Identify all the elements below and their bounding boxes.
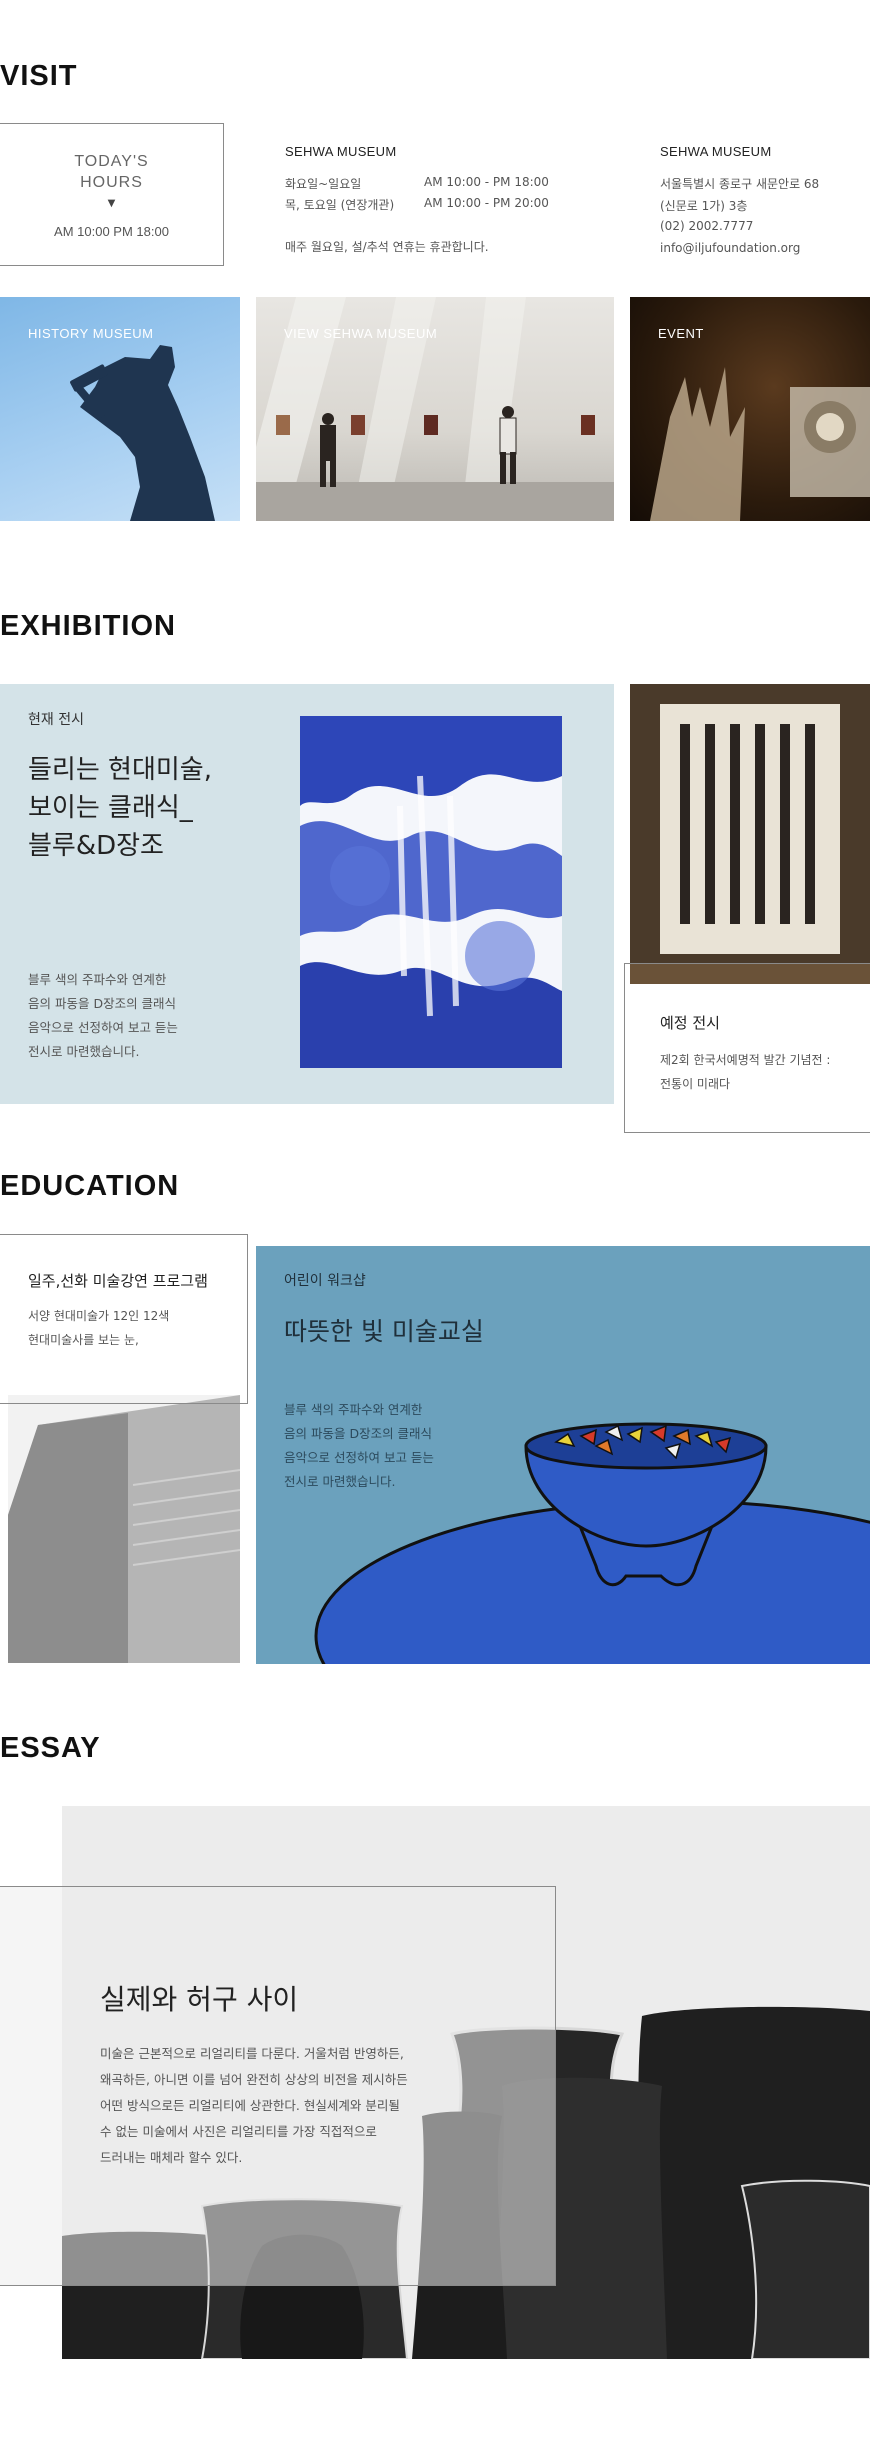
- exh-title-line3: 블루&D장조: [28, 831, 164, 861]
- current-exhibition-panel[interactable]: 현재 전시 들리는 현대미술, 보이는 클래식_ 블루&D장조 블루 색의 주파…: [0, 684, 614, 1104]
- exh-desc-line4: 전시로 마련했습니다.: [28, 1044, 140, 1059]
- essay-line5: 드러내는 매체라 할수 있다.: [100, 2150, 243, 2165]
- contact-address2: (신문로 1가) 3층: [660, 199, 748, 213]
- workshop-desc: 블루 색의 주파수와 연계한 음의 파동을 D장조의 클래식 음악으로 선정하여…: [284, 1398, 434, 1494]
- tile-label-history: HISTORY MUSEUM: [28, 326, 154, 341]
- workshop-desc-line3: 음악으로 선정하여 보고 듣는: [284, 1450, 434, 1465]
- hours-title-line2: HOURS: [80, 174, 143, 191]
- upcoming-exhibition-desc: 제2회 한국서예명적 발간 기념전 : 전통이 미래다: [660, 1048, 830, 1096]
- contact-email[interactable]: info@iljufoundation.org: [660, 241, 800, 255]
- tile-label-view: VIEW SEHWA MUSEUM: [284, 326, 438, 341]
- exh-desc-line1: 블루 색의 주파수와 연계한: [28, 972, 167, 987]
- schedule-row2-days: 목, 토요일 (연장개관): [285, 198, 395, 212]
- education-section-title: EDUCATION: [0, 1170, 180, 1202]
- essay-line4: 수 없는 미술에서 사진은 리얼리티를 가장 직접적으로: [100, 2124, 377, 2139]
- upcoming-exhibition-title: 예정 전시: [660, 1014, 720, 1032]
- current-exhibition-label: 현재 전시: [28, 712, 84, 728]
- exh-desc-line2: 음의 파동을 D장조의 클래식: [28, 996, 177, 1011]
- workshop-desc-line1: 블루 색의 주파수와 연계한: [284, 1402, 423, 1417]
- hours-time: AM 10:00 PM 18:00: [54, 224, 169, 239]
- exh-desc-line3: 음악으로 선정하여 보고 듣는: [28, 1020, 178, 1035]
- essay-section-title: ESSAY: [0, 1732, 101, 1764]
- upcoming-desc-line2: 전통이 미래다: [660, 1077, 731, 1091]
- event-tile[interactable]: EVENT: [630, 297, 870, 521]
- essay-line1: 미술은 근본적으로 리얼리티를 다룬다. 거울처럼 반영하든,: [100, 2046, 404, 2061]
- workshop-desc-line4: 전시로 마련했습니다.: [284, 1474, 396, 1489]
- workshop-desc-line2: 음의 파동을 D장조의 클래식: [284, 1426, 433, 1441]
- essay-body: 미술은 근본적으로 리얼리티를 다룬다. 거울처럼 반영하든, 왜곡하든, 아니…: [100, 2041, 408, 2171]
- view-museum-tile[interactable]: VIEW SEHWA MUSEUM: [256, 297, 614, 521]
- schedule-row2-time: AM 10:00 - PM 20:00: [424, 196, 549, 210]
- exhibition-section-title: EXHIBITION: [0, 610, 176, 642]
- workshop-title: 따뜻한 빛 미술교실: [284, 1317, 484, 1346]
- lecture-desc-line2: 현대미술사를 보는 눈,: [28, 1333, 139, 1347]
- upcoming-desc-line1: 제2회 한국서예명적 발간 기념전 :: [660, 1053, 831, 1067]
- workshop-panel[interactable]: 어린이 워크샵 따뜻한 빛 미술교실 블루 색의 주파수와 연계한 음의 파동을…: [256, 1246, 870, 1664]
- hours-title-line1: TODAY'S: [74, 153, 149, 170]
- schedule-title: SEHWA MUSEUM: [285, 144, 397, 159]
- contact-title: SEHWA MUSEUM: [660, 144, 772, 159]
- schedule-row1-time: AM 10:00 - PM 18:00: [424, 175, 549, 189]
- lecture-desc-line1: 서양 현대미술가 12인 12색: [28, 1309, 170, 1323]
- essay-line3: 어떤 방식으로든 리얼리티에 상관한다. 현실세계와 분리될: [100, 2098, 400, 2113]
- schedule-closed-note: 매주 월요일, 설/추석 연휴는 휴관합니다.: [285, 240, 489, 254]
- visit-section-title: VISIT: [0, 60, 78, 92]
- contact-phone: (02) 2002.7777: [660, 219, 754, 233]
- exh-title-line1: 들리는 현대미술,: [28, 755, 212, 785]
- essay-line2: 왜곡하든, 아니면 이를 넘어 완전히 상상의 비전을 제시하든: [100, 2072, 408, 2087]
- lecture-program-desc: 서양 현대미술가 12인 12색 현대미술사를 보는 눈,: [28, 1304, 169, 1352]
- lecture-program-title: 일주,선화 미술강연 프로그램: [28, 1272, 208, 1290]
- workshop-label: 어린이 워크샵: [284, 1273, 366, 1289]
- exh-title-line2: 보이는 클래식_: [28, 793, 193, 823]
- tile-label-event: EVENT: [658, 326, 704, 341]
- essay-title: 실제와 허구 사이: [100, 1983, 299, 2016]
- building-image: [8, 1395, 240, 1663]
- caret-down-icon[interactable]: ▼: [0, 198, 223, 209]
- schedule-row1-days: 화요일~일요일: [285, 177, 362, 191]
- contact-address1: 서울특별시 종로구 새문안로 68: [660, 177, 820, 191]
- blue-painting-image: [300, 716, 562, 1068]
- current-exhibition-desc: 블루 색의 주파수와 연계한 음의 파동을 D장조의 클래식 음악으로 선정하여…: [28, 968, 178, 1064]
- current-exhibition-title: 들리는 현대미술, 보이는 클래식_ 블루&D장조: [28, 751, 212, 865]
- todays-hours-box[interactable]: TODAY'S HOURS ▼ AM 10:00 PM 18:00: [0, 123, 224, 266]
- calligraphy-image[interactable]: [630, 684, 870, 984]
- history-museum-tile[interactable]: HISTORY MUSEUM: [0, 297, 240, 521]
